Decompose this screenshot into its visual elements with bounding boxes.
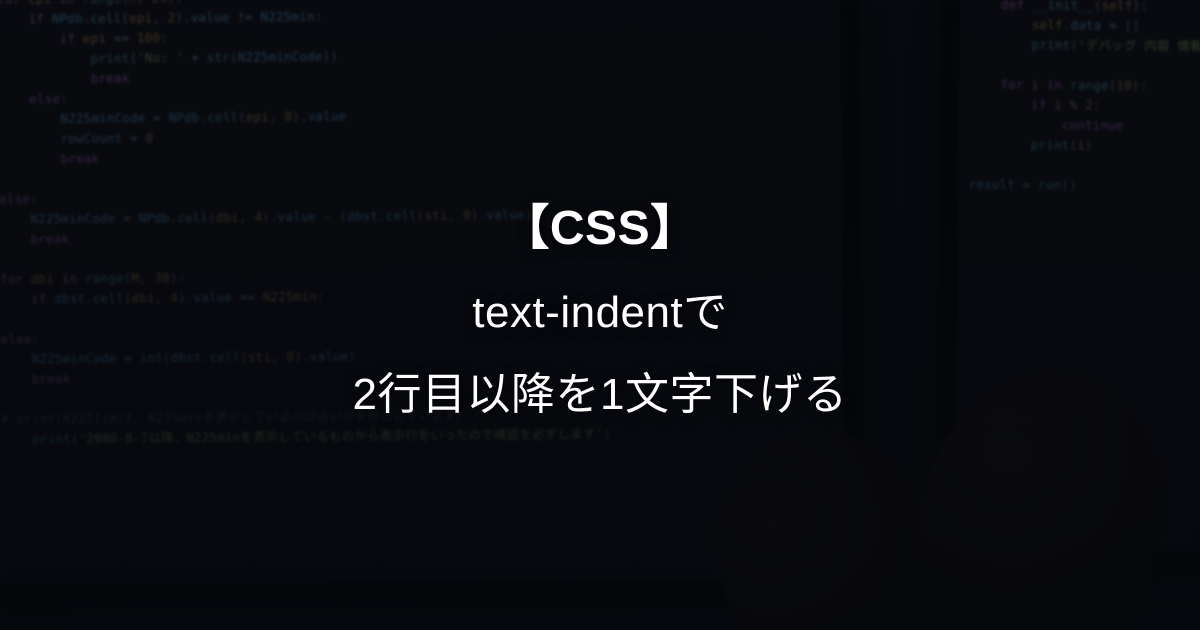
- title-line-3: 2行目以降を1文字下げる: [353, 358, 848, 422]
- title-line-1: 【CSS】: [501, 188, 698, 258]
- title-container: 【CSS】 text-indentで 2行目以降を1文字下げる: [0, 0, 1200, 630]
- title-line-2: text-indentで: [472, 276, 727, 340]
